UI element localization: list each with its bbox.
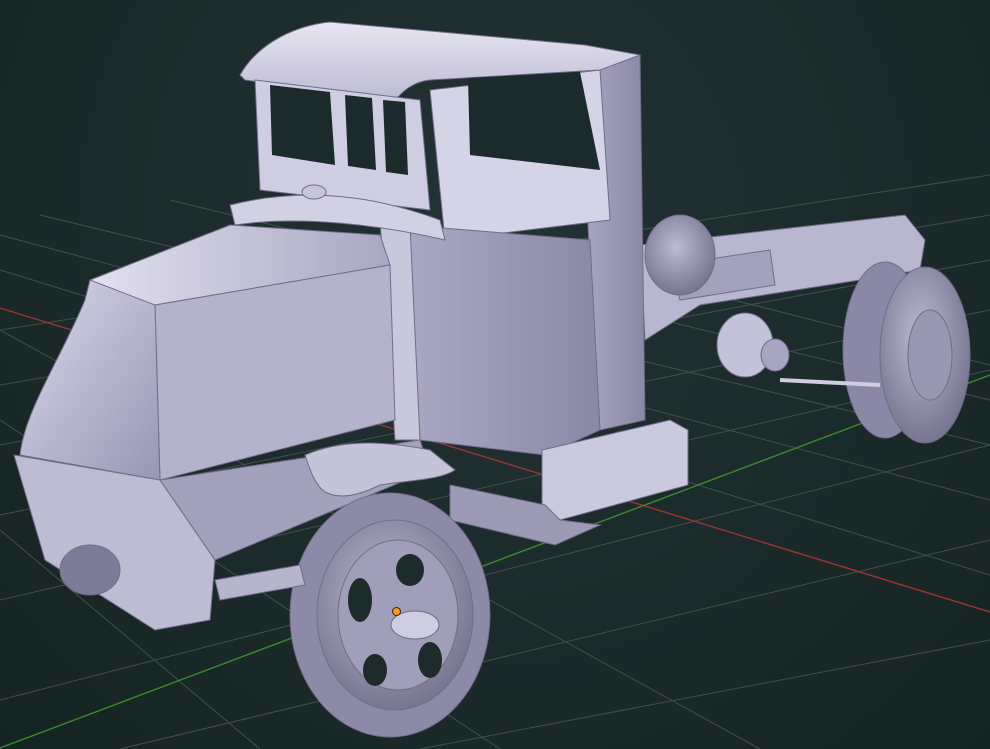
viewport-scene[interactable]	[0, 0, 990, 749]
3d-viewport[interactable]	[0, 0, 990, 749]
rear-hub[interactable]	[907, 309, 953, 401]
rear-wheel-far[interactable]	[644, 214, 716, 296]
radiator-cap[interactable]	[301, 184, 327, 200]
truck-model[interactable]	[13, 21, 971, 738]
windshield-left	[270, 85, 335, 165]
windshield-right	[383, 100, 408, 175]
cab-door-panel[interactable]	[404, 224, 601, 456]
differential[interactable]	[760, 338, 790, 372]
front-grille[interactable]	[19, 279, 161, 481]
windshield-mid	[345, 95, 376, 170]
front-wheel-far[interactable]	[59, 544, 121, 596]
object-origin-dot	[392, 607, 401, 616]
cab-rear-window	[468, 72, 600, 170]
